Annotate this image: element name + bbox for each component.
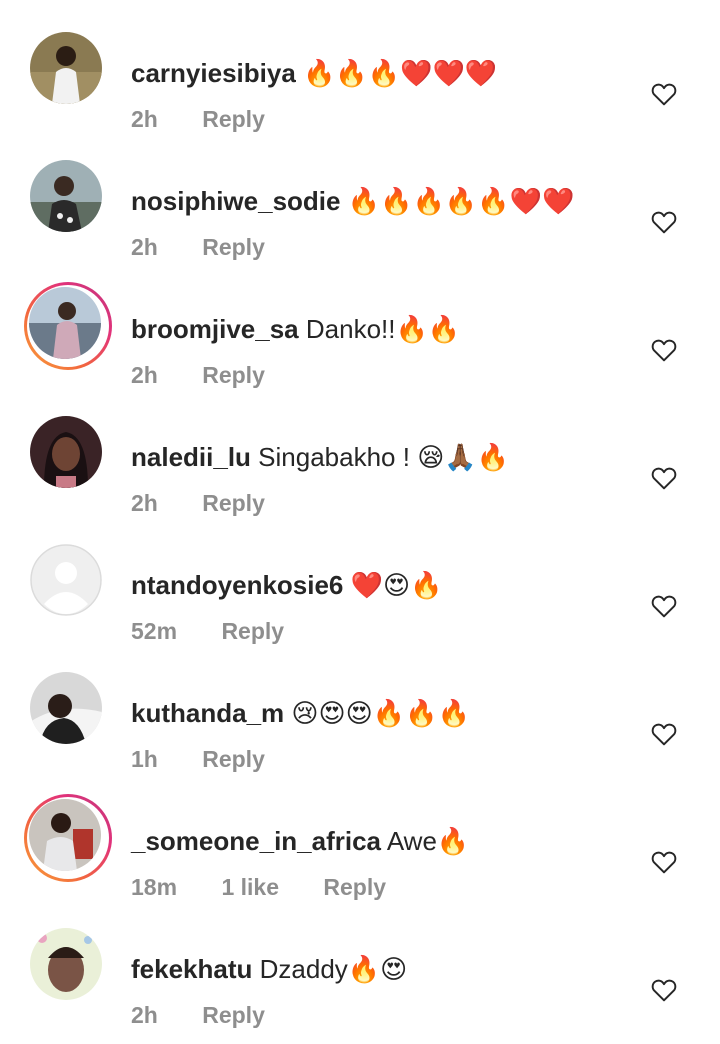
comment-item: _someone_in_africa Awe🔥 18m 1 like Reply [0,788,720,916]
avatar-icon [30,672,102,744]
comment-item: ntandoyenkosie6 ❤️😍🔥 52m Reply [0,532,720,660]
reply-button[interactable]: Reply [202,104,265,134]
comment-username[interactable]: nosiphiwe_sodie [131,186,341,216]
comment-list: carnyiesibiya 🔥🔥🔥❤️❤️❤️ 2h Reply nosiphi… [0,0,720,1028]
heart-outline-icon[interactable] [651,594,677,618]
reply-button[interactable]: Reply [202,744,265,774]
avatar-icon [30,416,102,488]
comment-emoji: 🔥🔥🔥🔥🔥❤️❤️ [347,187,575,217]
comment-text: Awe [386,826,437,856]
comment-emoji: 🔥🔥🔥❤️❤️❤️ [303,59,498,89]
heart-outline-icon[interactable] [651,466,677,490]
comment-timestamp: 18m [131,874,178,900]
comment-item: broomjive_sa Danko!!🔥🔥 2h Reply [0,276,720,404]
avatar-icon [30,160,102,232]
comment-item: fekekhatu Dzaddy🔥😍 2h Reply [0,916,720,1044]
comment-emoji: 🔥😍 [347,955,408,985]
comment-emoji: 🔥 [436,827,470,857]
comment-emoji: ❤️😍🔥 [350,571,443,601]
comment-timestamp: 2h [131,362,158,388]
comment-item: kuthanda_m 😢😍😍🔥🔥🔥 1h Reply [0,660,720,788]
reply-button[interactable]: Reply [202,232,265,262]
avatar-icon [30,32,102,104]
reply-button[interactable]: Reply [323,872,386,902]
avatar[interactable] [30,160,106,236]
heart-outline-icon[interactable] [651,722,677,746]
comment-timestamp: 2h [131,234,158,260]
comment-item: carnyiesibiya 🔥🔥🔥❤️❤️❤️ 2h Reply [0,20,720,148]
reply-button[interactable]: Reply [202,488,265,518]
comment-username[interactable]: ntandoyenkosie6 [131,570,343,600]
comment-timestamp: 2h [131,1002,158,1028]
avatar-icon [29,287,101,359]
comment-username[interactable]: carnyiesibiya [131,58,296,88]
comment-emoji: 😪🙏🏾🔥 [417,443,510,473]
avatar[interactable] [30,544,106,620]
comment-item: naledii_lu Singabakho ! 😪🙏🏾🔥 2h Reply [0,404,720,532]
comment-username[interactable]: _someone_in_africa [131,826,381,856]
default-avatar-icon [30,544,102,616]
comment-username[interactable]: fekekhatu [131,954,252,984]
comment-timestamp: 2h [131,106,158,132]
comment-emoji: 🔥🔥 [395,315,461,345]
avatar-icon [30,928,102,1000]
avatar[interactable] [30,32,106,108]
heart-outline-icon[interactable] [651,82,677,106]
comment-text: Dzaddy [259,954,348,984]
like-count[interactable]: 1 like [221,872,279,902]
reply-button[interactable]: Reply [202,1000,265,1030]
comment-timestamp: 1h [131,746,158,772]
heart-outline-icon[interactable] [651,850,677,874]
avatar[interactable] [30,672,106,748]
comment-timestamp: 2h [131,490,158,516]
comment-emoji: 😢😍😍🔥🔥🔥 [291,699,470,729]
heart-outline-icon[interactable] [651,338,677,362]
heart-outline-icon[interactable] [651,978,677,1002]
avatar-icon [29,799,101,871]
avatar-story-ring[interactable] [24,282,112,370]
comment-timestamp: 52m [131,618,178,644]
comment-text: Singabakho ! [258,442,410,472]
reply-button[interactable]: Reply [202,360,265,390]
avatar[interactable] [30,416,106,492]
heart-outline-icon[interactable] [651,210,677,234]
comment-username[interactable]: kuthanda_m [131,698,284,728]
comment-username[interactable]: naledii_lu [131,442,251,472]
comment-text: Danko!! [305,314,396,344]
comment-username[interactable]: broomjive_sa [131,314,299,344]
avatar[interactable] [30,928,106,1004]
reply-button[interactable]: Reply [221,616,284,646]
comment-item: nosiphiwe_sodie 🔥🔥🔥🔥🔥❤️❤️ 2h Reply [0,148,720,276]
avatar-story-ring[interactable] [24,794,112,882]
